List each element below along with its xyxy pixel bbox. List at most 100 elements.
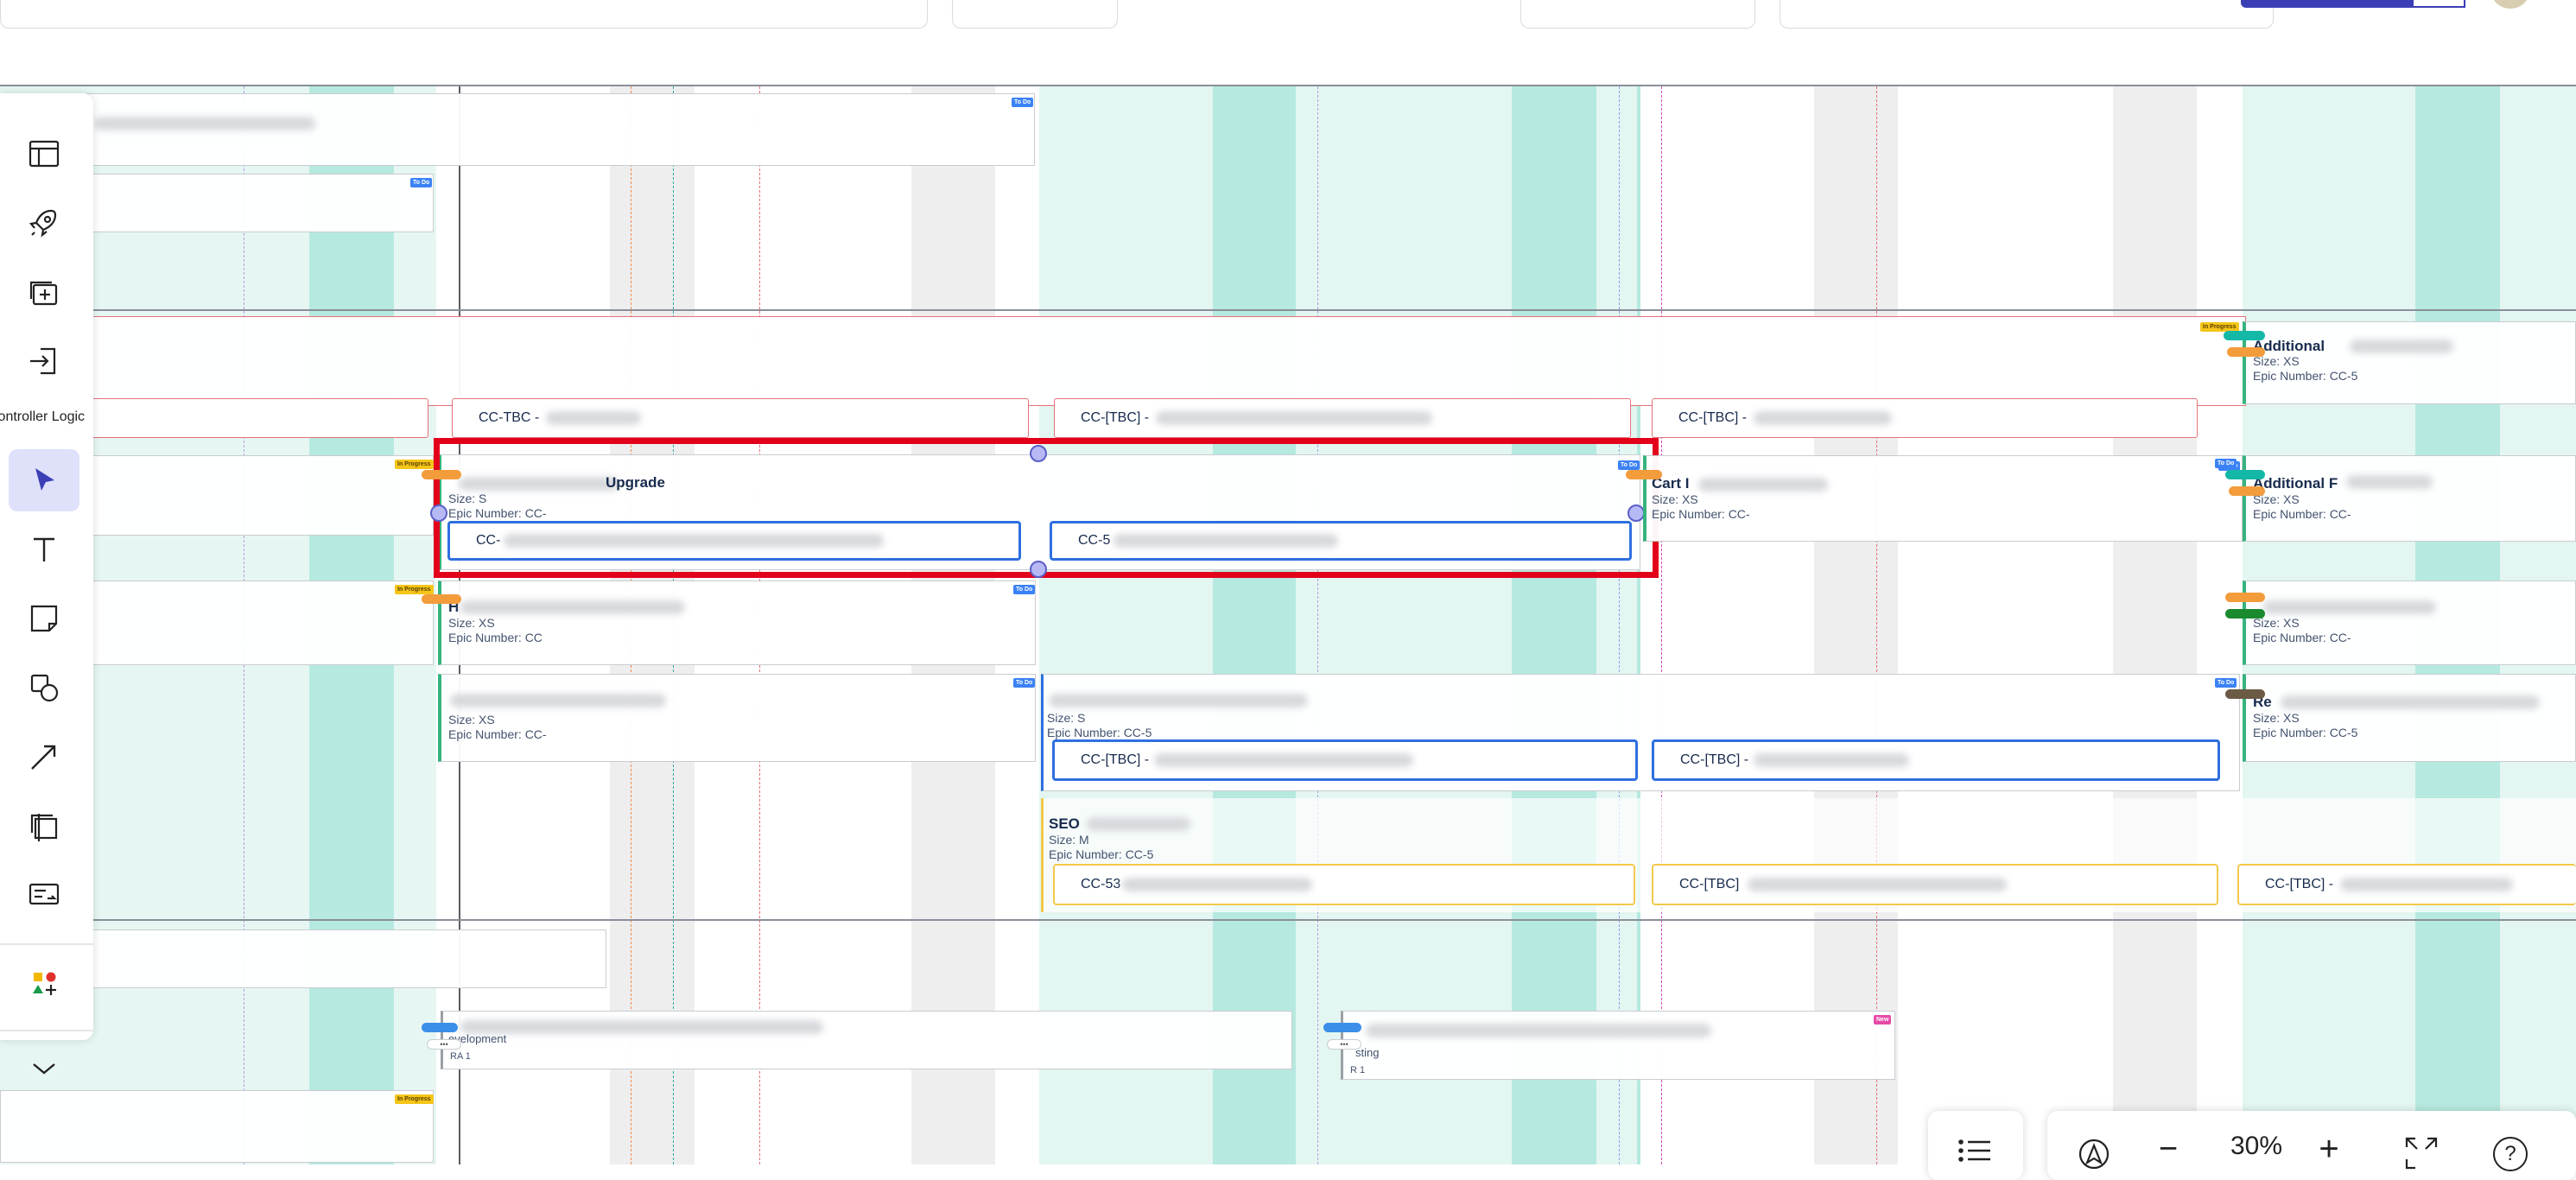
more-icon[interactable]: ••• — [427, 1039, 461, 1050]
expand-toolbar-button[interactable] — [9, 1037, 79, 1099]
card-button[interactable] — [9, 864, 79, 926]
card-icon — [29, 883, 60, 905]
label-tag — [2225, 470, 2265, 479]
arrow-icon — [31, 745, 56, 770]
epic-card[interactable]: Size: XS Epic Number: CC- To Do — [438, 674, 1036, 762]
import-button[interactable] — [9, 330, 79, 392]
label-tag — [422, 594, 461, 604]
resize-handle[interactable] — [1030, 561, 1047, 578]
label-tag — [2225, 609, 2265, 619]
shapes-icon — [30, 674, 59, 702]
epic-card[interactable]: To Do — [86, 93, 1035, 166]
timeline-band — [1512, 86, 1596, 1164]
epic-card[interactable]: In Progress — [86, 316, 2246, 406]
epic-card[interactable]: In Progress — [86, 580, 434, 665]
list-icon — [1958, 1139, 1990, 1162]
top-bar-section — [952, 0, 1118, 29]
epic-card[interactable] — [86, 929, 606, 988]
epic-card[interactable]: To Do — [86, 174, 434, 232]
more-icon[interactable]: ••• — [1327, 1039, 1361, 1050]
arrow-button[interactable] — [9, 726, 79, 788]
add-frame-button[interactable] — [9, 261, 79, 323]
ticket-card[interactable]: CC-[TBC] - — [1652, 739, 2220, 781]
date-marker — [1317, 86, 1318, 1164]
table-button[interactable] — [9, 123, 79, 185]
launch-button[interactable] — [9, 192, 79, 254]
frame-button[interactable] — [9, 795, 79, 857]
epic-title: SEO — [1049, 815, 1080, 832]
epic-size: Size: XS — [448, 616, 495, 630]
zoom-panel: − 30% + ? — [2047, 1111, 2576, 1180]
epic-size: Size: S — [1047, 711, 1086, 725]
import-icon — [30, 347, 56, 375]
help-button[interactable]: ? — [2493, 1137, 2528, 1171]
ticket-card[interactable]: CC-[TBC] — [1652, 864, 2218, 905]
epic-card[interactable]: In Progress — [0, 1090, 434, 1163]
epic-card[interactable]: Size: XS Epic Number: CC- — [2243, 580, 2576, 665]
status-badge: To Do — [2215, 678, 2237, 688]
ticket-card[interactable]: CC-[TBC] - — [2237, 864, 2576, 905]
epic-card[interactable]: In Progress — [86, 455, 434, 536]
epic-card[interactable]: Re Size: XS Epic Number: CC-5 — [2243, 674, 2576, 762]
status-badge: In Progress — [395, 585, 434, 594]
add-frame-icon — [29, 281, 58, 306]
outline-panel — [1928, 1111, 2023, 1180]
navigate-button[interactable] — [2077, 1137, 2111, 1171]
epic-number: Epic Number: CC-5 — [2253, 369, 2358, 383]
status-badge: In Progress — [395, 1094, 434, 1104]
top-bar-section — [1780, 0, 2274, 29]
timeline-band — [2113, 86, 2197, 1164]
fit-screen-button[interactable] — [2403, 1135, 2440, 1171]
task-meta: R 1 — [1350, 1065, 1366, 1075]
ticket-card[interactable]: CC-[TBC] - — [1054, 398, 1631, 438]
fit-screen-icon — [2405, 1137, 2438, 1170]
resize-handle[interactable] — [1627, 504, 1645, 522]
task-card-testing[interactable]: sting R 1 New — [1341, 1011, 1895, 1080]
resize-handle[interactable] — [430, 504, 447, 522]
task-card-development[interactable]: evelopment RA 1 — [441, 1011, 1292, 1069]
label-tag — [422, 470, 461, 479]
label-tag — [2225, 593, 2265, 602]
epic-card[interactable]: Additional Size: XS Epic Number: CC-5 — [2243, 321, 2576, 404]
frame-icon — [30, 814, 58, 841]
epic-card[interactable]: Additional F Size: XS Epic Number: CC- — [2243, 455, 2576, 542]
avatar[interactable] — [2491, 0, 2529, 9]
ticket-label: CC-TBC - — [479, 410, 540, 425]
status-badge: New — [1874, 1015, 1892, 1025]
epic-card[interactable]: Cart I Size: XS Epic Number: CC- To Do — [1643, 455, 2243, 542]
toolbar-divider — [0, 943, 93, 945]
ticket-card[interactable]: CC-53 — [1053, 864, 1635, 905]
status-badge: To Do — [410, 178, 433, 187]
epic-size: Size: XS — [448, 713, 495, 726]
epic-size: Size: XS — [2253, 711, 2300, 725]
controller-logic-label[interactable]: Controller Logic — [0, 409, 85, 425]
select-button[interactable] — [9, 449, 79, 511]
rocket-icon — [29, 209, 57, 238]
left-toolbar: Controller Logic — [0, 93, 93, 1075]
action-dropdown-button[interactable] — [2412, 0, 2465, 8]
sticky-note-button[interactable] — [9, 587, 79, 650]
top-bar-section — [0, 0, 928, 29]
epic-number: Epic Number: CC-5 — [1049, 847, 1154, 861]
ticket-label: CC-[TBC] - — [2265, 877, 2334, 891]
list-view-button[interactable] — [1952, 1135, 1997, 1170]
ticket-card[interactable]: CC-[TBC] - — [1052, 739, 1638, 781]
resize-handle[interactable] — [1030, 445, 1047, 462]
components-button[interactable] — [9, 954, 79, 1016]
task-meta: RA 1 — [450, 1051, 471, 1062]
text-tool-button[interactable] — [9, 518, 79, 580]
table-icon — [29, 140, 60, 168]
shapes-button[interactable] — [9, 657, 79, 719]
status-badge: In Progress — [395, 460, 434, 469]
ticket-label: CC-53 — [1081, 877, 1121, 891]
epic-title: Additional F — [2253, 475, 2338, 492]
ticket-card[interactable]: CC-[TBC] - — [1652, 398, 2198, 438]
timeline-band — [1637, 86, 1640, 1164]
timeline-band — [1814, 86, 1898, 1164]
ticket-label: CC-[TBC] - — [1680, 752, 1749, 767]
zoom-in-button[interactable]: + — [2312, 1128, 2346, 1170]
zoom-out-button[interactable]: − — [2151, 1128, 2186, 1170]
epic-card[interactable]: H Size: XS Epic Number: CC To Do — [438, 580, 1036, 665]
ticket-card[interactable]: CC-TBC - — [452, 398, 1029, 438]
ticket-card[interactable] — [86, 398, 428, 438]
